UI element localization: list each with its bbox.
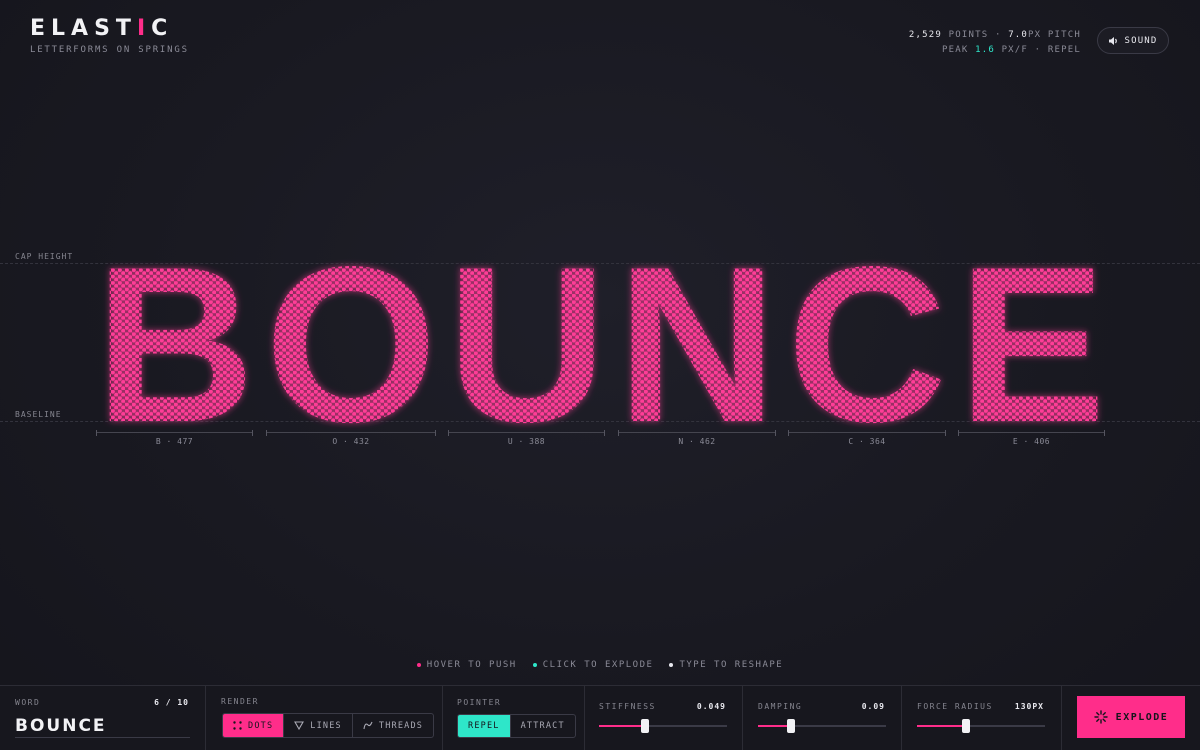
stiffness-label: STIFFNESS — [599, 702, 656, 711]
render-threads-button[interactable]: THREADS — [353, 714, 433, 737]
pitch-label: PX PITCH — [1028, 30, 1081, 40]
force-radius-label: FORCE RADIUS — [917, 702, 993, 711]
force-radius-section: FORCE RADIUS 130PX — [902, 686, 1062, 750]
render-section: RENDER DOTS LINES THREADS — [206, 686, 443, 750]
pointer-repel-button[interactable]: REPEL — [458, 715, 511, 737]
hint-type: TYPE TO RESHAPE — [669, 660, 783, 670]
stiffness-slider[interactable] — [599, 719, 727, 733]
letter-measure-e — [958, 430, 1105, 436]
letter-measure-label: C · 364 — [848, 437, 886, 446]
word-label: WORD — [15, 698, 41, 707]
points-count: 2,529 — [908, 30, 942, 40]
points-label: POINTS — [948, 30, 989, 40]
pointer-mode-toggle: REPEL ATTRACT — [457, 714, 576, 738]
render-mode-toggle: DOTS LINES THREADS — [222, 713, 435, 738]
dot-letter-o: O — [265, 221, 438, 469]
damping-section: DAMPING 0.09 — [743, 686, 902, 750]
title-accent-letter: I — [136, 16, 152, 41]
peak-label: PEAK — [941, 45, 969, 55]
app-subtitle: LETTERFORMS ON SPRINGS — [30, 45, 189, 55]
pitch-value: 7.0 — [1008, 30, 1029, 40]
speaker-icon — [1109, 36, 1118, 45]
hint-hover: HOVER TO PUSH — [416, 660, 517, 670]
hint-bar: HOVER TO PUSH CLICK TO EXPLODE TYPE TO R… — [0, 660, 1200, 670]
hint-click: CLICK TO EXPLODE — [532, 660, 654, 670]
stats-line-2: PEAK 1.6 PX/F · REPEL — [941, 45, 1081, 55]
render-dots-button[interactable]: DOTS — [223, 714, 285, 737]
letter-measure-label: E · 406 — [1012, 437, 1051, 446]
hint-dot-white — [669, 663, 674, 667]
stiffness-slider-thumb[interactable] — [641, 719, 650, 733]
app-logo: ELASTIC LETTERFORMS ON SPRINGS — [30, 16, 189, 55]
letter-measure-c — [788, 430, 946, 436]
app-title: ELASTIC — [30, 16, 174, 41]
dot-letter-u: U — [446, 221, 606, 469]
triangle-icon — [294, 721, 305, 730]
dot-letter-e: E — [957, 221, 1105, 469]
explode-label: EXPLODE — [1115, 711, 1169, 723]
stats-readout: 2,529 POINTS · 7.0PX PITCH PEAK 1.6 PX/F… — [909, 28, 1081, 58]
dot-letter-n: N — [617, 221, 777, 469]
dot-letter-c: C — [787, 221, 947, 469]
pointer-label: POINTER — [457, 698, 502, 707]
stats-line-1: 2,529 POINTS · 7.0PX PITCH — [908, 30, 1081, 40]
stiffness-section: STIFFNESS 0.049 — [585, 686, 743, 750]
thread-icon — [363, 721, 373, 730]
sound-label: SOUND — [1124, 35, 1158, 46]
hint-dot-pink — [416, 663, 421, 667]
letter-stage[interactable]: BOUNCE — [0, 221, 1200, 469]
pointer-section: POINTER REPEL ATTRACT — [443, 686, 585, 750]
control-bar: WORD 6 / 10 RENDER DOTS LINES — [0, 685, 1200, 750]
damping-slider[interactable] — [758, 719, 886, 733]
pointer-mode-readout: REPEL — [1047, 45, 1081, 55]
force-radius-slider-thumb[interactable] — [961, 719, 970, 733]
dots-icon — [233, 721, 242, 730]
damping-value: 0.09 — [861, 702, 885, 711]
word-count: 6 / 10 — [154, 698, 189, 707]
sound-button[interactable]: SOUND — [1097, 27, 1169, 54]
letter-measure-n — [618, 430, 776, 436]
explode-button[interactable]: EXPLODE — [1077, 696, 1185, 738]
hint-dot-teal — [532, 663, 537, 667]
render-lines-button[interactable]: LINES — [284, 714, 353, 737]
letter-measure-b — [96, 430, 253, 436]
letter-measure-label: B · 477 — [155, 437, 194, 446]
letter-measure-label: U · 388 — [507, 437, 546, 446]
force-radius-slider[interactable] — [917, 719, 1045, 733]
peak-unit: PX/F — [1001, 45, 1029, 55]
dot-letter-b: B — [94, 221, 254, 469]
letter-measure-label: N · 462 — [678, 437, 716, 446]
damping-slider-thumb[interactable] — [787, 719, 796, 733]
pointer-attract-button[interactable]: ATTRACT — [511, 715, 575, 737]
stiffness-value: 0.049 — [696, 702, 726, 711]
letter-measure-label: O · 432 — [332, 437, 370, 446]
force-radius-value: 130PX — [1014, 702, 1044, 711]
letter-measure-o — [266, 430, 436, 436]
peak-value: 1.6 — [975, 45, 995, 55]
burst-icon — [1093, 710, 1108, 724]
word-input[interactable] — [15, 714, 190, 738]
damping-label: DAMPING — [758, 702, 803, 711]
word-section: WORD 6 / 10 — [0, 686, 206, 750]
letter-measure-u — [448, 430, 605, 436]
render-label: RENDER — [221, 697, 259, 706]
